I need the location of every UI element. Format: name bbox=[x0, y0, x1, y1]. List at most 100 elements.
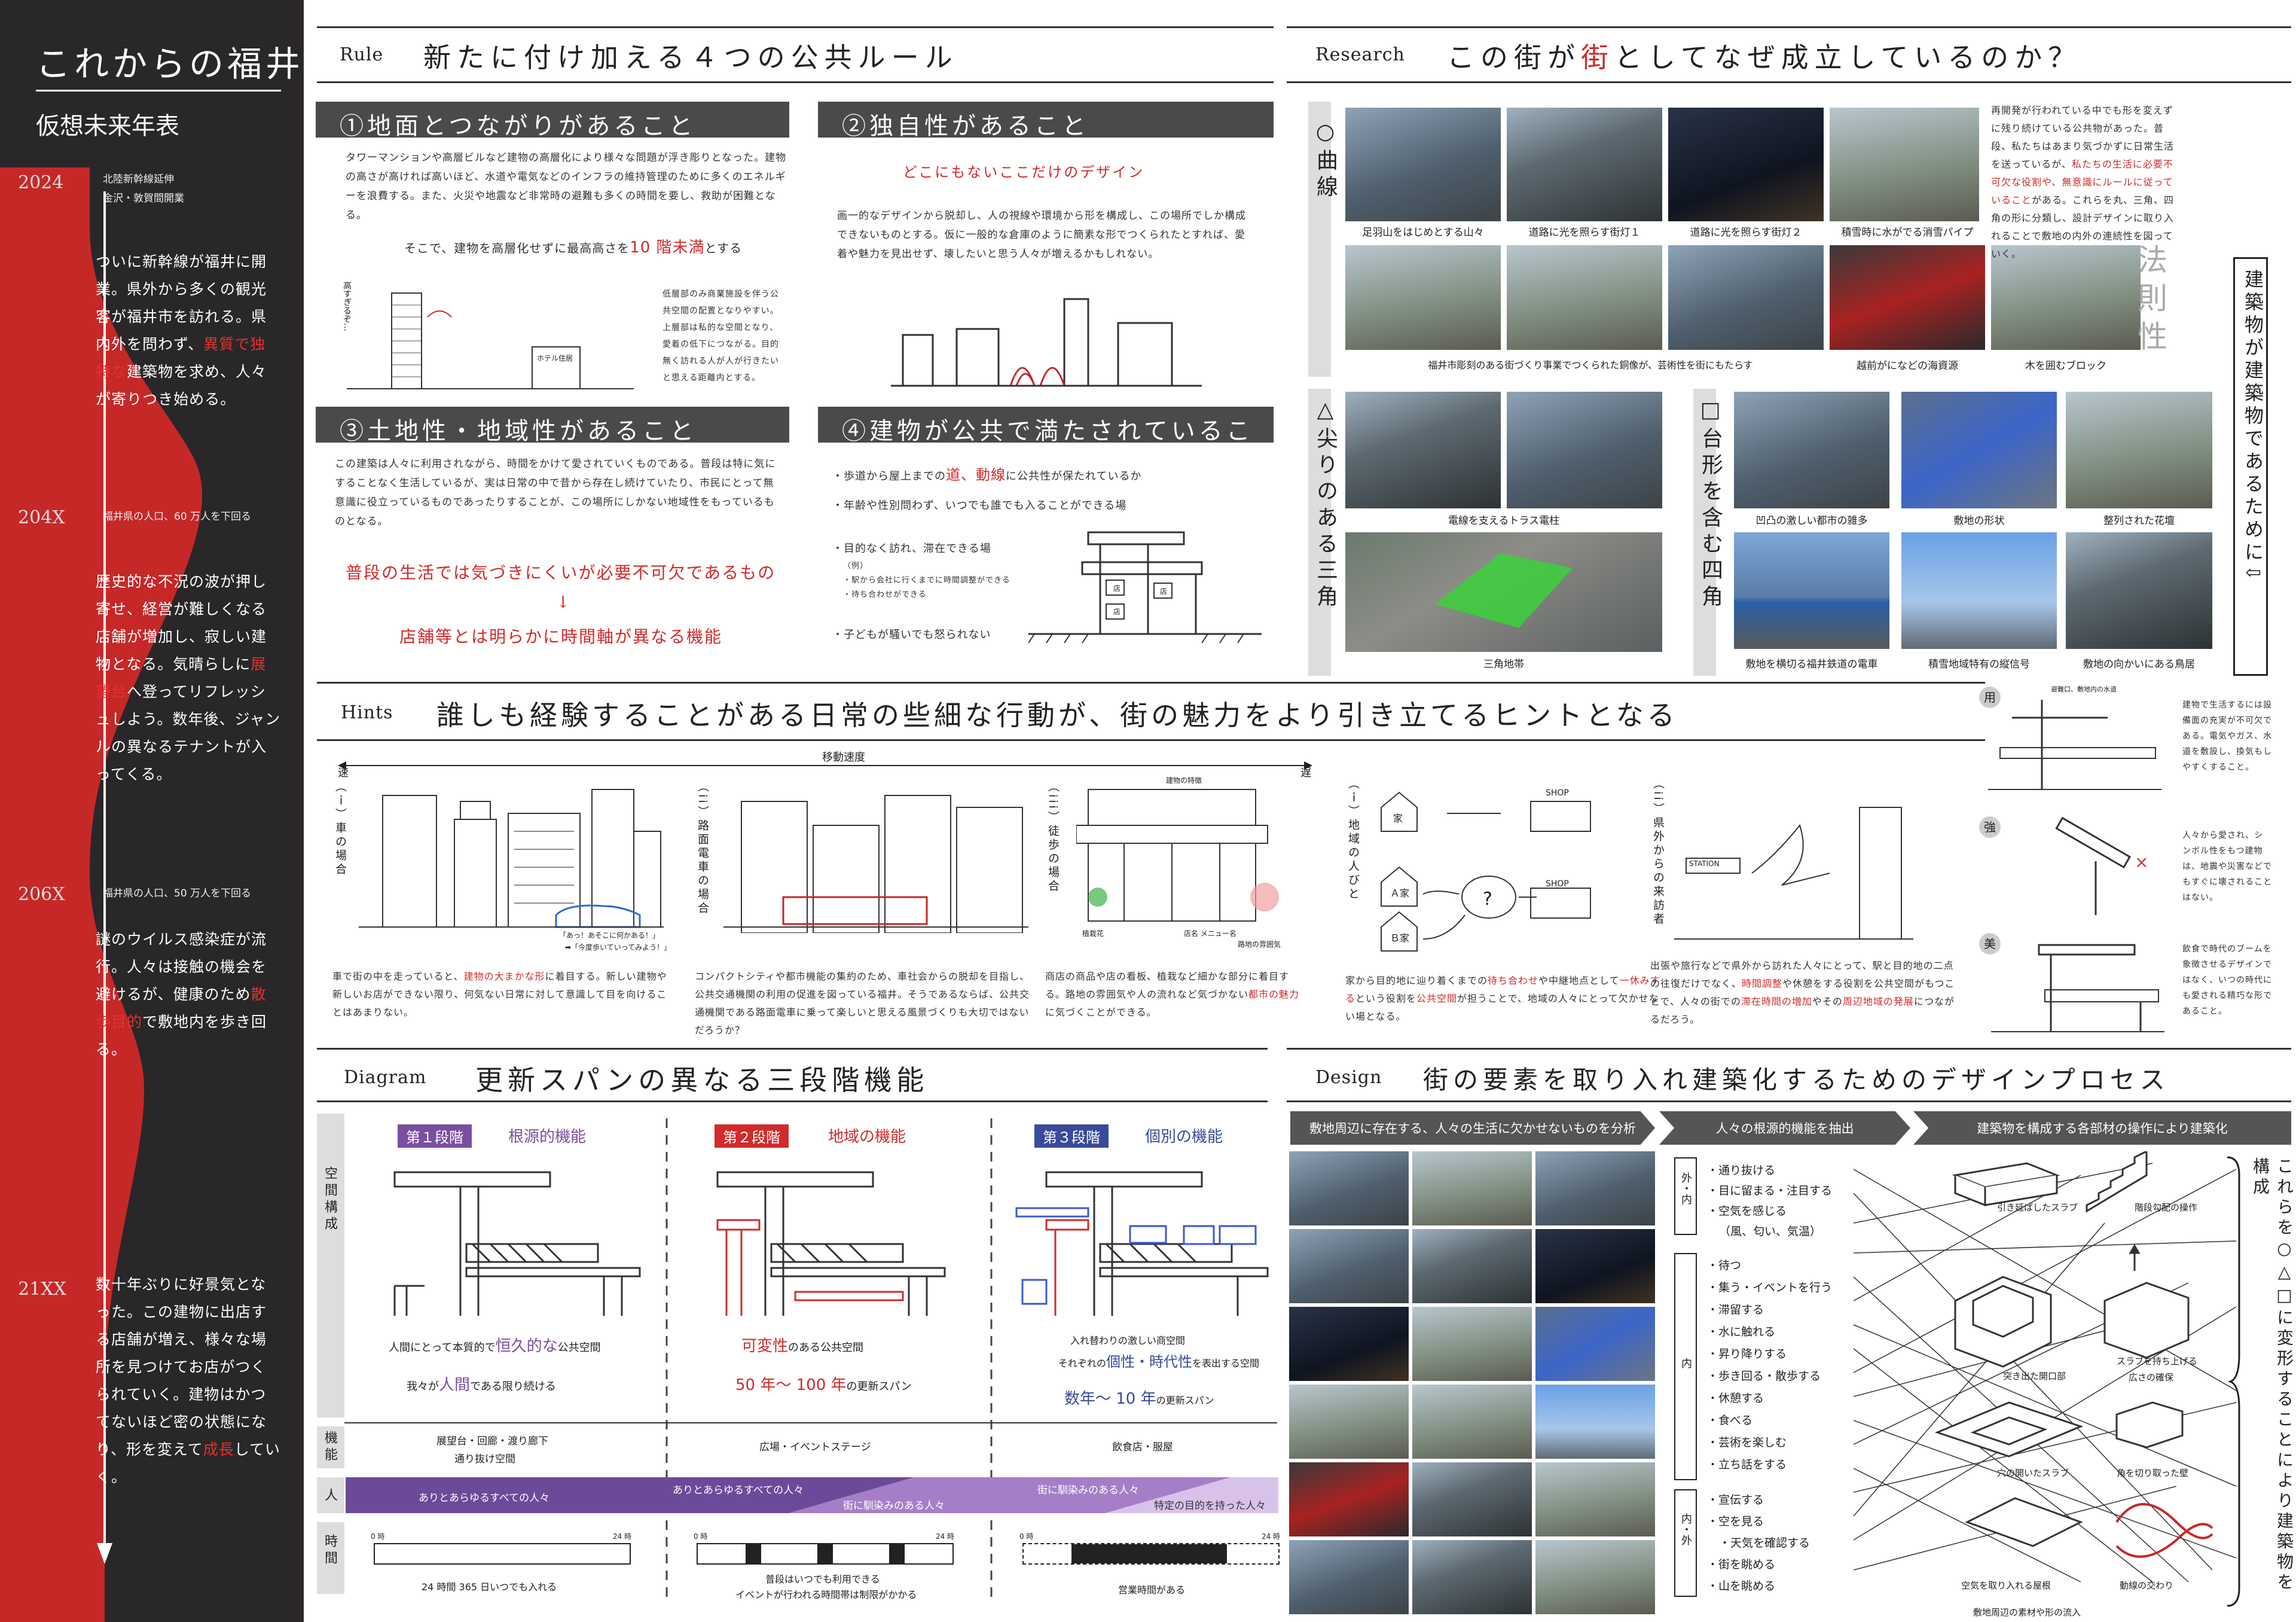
design-list-2: ・待つ ・集う・イベントを行う ・滞留する ・水に触れる ・昇り降りする ・歩き回る・散歩… bbox=[1707, 1259, 1833, 1471]
photo-truss-pole-2 bbox=[1507, 392, 1662, 508]
photo-statue-2 bbox=[1507, 245, 1662, 350]
photo-site-shape bbox=[1901, 392, 2057, 508]
year-note: 福井県の人口、50 万人を下回る bbox=[103, 888, 252, 900]
photo-statue-1 bbox=[1345, 245, 1501, 350]
stage3-badge: 第３段階 bbox=[1034, 1124, 1109, 1148]
time-bar-3 bbox=[1022, 1543, 1280, 1565]
year-206x: 206X bbox=[18, 884, 65, 905]
timeline-text-204x: 歴史的な不況の波が押し寄せ、経営が難しくなる店舗が増加し、寂しい建物となる。気晴… bbox=[96, 573, 281, 783]
poster-subtitle: 仮想未来年表 bbox=[36, 112, 179, 140]
rule-label: Rule bbox=[340, 44, 384, 65]
design-list-1: ・通り抜ける ・目に留まる・注目する ・空気を感じる （風、匂い、気温） bbox=[1707, 1164, 1833, 1238]
hint-walk-text: 商店の商品や店の看板、植栽など細かな部分に着目する。路地の雰囲気や人の流れなど気… bbox=[1045, 971, 1300, 1018]
rule-title: 新たに付け加える４つの公共ルール bbox=[423, 41, 958, 74]
photo-truss-pole-1 bbox=[1345, 392, 1501, 508]
year-204x: 204X bbox=[18, 507, 65, 528]
stage1-sketch bbox=[393, 1171, 641, 1316]
rule2-red: どこにもないここだけのデザイン bbox=[903, 164, 1145, 181]
rule1-sketch bbox=[347, 292, 634, 389]
design-vertical-text: これらを○△□に変形することにより建築物を構成 bbox=[2251, 1157, 2294, 1593]
time-bar-1 bbox=[374, 1543, 631, 1565]
rule1-text: タワーマンションや高層ビルなど建物の高層化により様々な問題が浮き彫りとなった。建… bbox=[346, 152, 787, 221]
bi-text: 飲食で時代のブームを象徴させるデザインではなく、いつの時代にも愛される精巧な形で… bbox=[2182, 944, 2272, 1016]
design-photo-grid bbox=[1289, 1151, 1655, 1618]
rule3-red2: 店舗等とは明らかに時間軸が異なる機能 bbox=[399, 627, 723, 647]
hint-walk-label: （iii）徒歩の場合 bbox=[1046, 780, 1060, 894]
timeline-text-206x: 謎のウイルス感染症が流行。人々は接触の機会を避けるが、健康のため散歩目的で敷地内… bbox=[96, 931, 267, 1058]
year-note: 福井県の人口、60 万人を下回る bbox=[103, 511, 252, 523]
photo-signal bbox=[1901, 532, 2057, 649]
photo-train bbox=[1734, 532, 1889, 649]
photo-statue-3 bbox=[1668, 245, 1824, 350]
rule4-b1: ・歩道から屋上までの道、動線に公共性が保たれているか bbox=[832, 467, 1142, 483]
design-list-3: ・宣伝する ・空を見る ・天気を確認する ・街を眺める ・山を眺める bbox=[1707, 1493, 1810, 1593]
houseisei-label: 法則性 bbox=[2133, 244, 2167, 359]
hint-visitor-label: （ii）県外からの来訪者 bbox=[1651, 778, 1665, 926]
photo-flowerbed bbox=[2066, 392, 2212, 508]
you-text: 建物で生活するには設備面の充実が不可欠である。電気やガス、水道を敷設し、換気もし… bbox=[2182, 700, 2272, 772]
hint-visitor-text: 出張や旅行などで県外から訪れた人々にとって、駅と目的地の二点の往復だけでなく、時… bbox=[1650, 960, 1955, 1025]
rule1-side: 低層部のみ商業施設を伴う公共空間の配置となりやすい。上層部は私的な空間となり、愛… bbox=[662, 289, 779, 383]
photo-snow-pipe bbox=[1830, 108, 1979, 221]
bi-sketch bbox=[1991, 944, 2164, 1032]
stage1-badge: 第１段階 bbox=[398, 1124, 472, 1148]
rule2-sketch bbox=[891, 298, 1202, 387]
rule2-title: ②独自性があること bbox=[818, 102, 1274, 140]
diagram-title: 更新スパンの異なる三段階機能 bbox=[475, 1064, 929, 1096]
vertical-law-text: 建築物が建築物であるために⇩ bbox=[2242, 269, 2264, 584]
hint-car-text: 車で街の中を走っていると、建物の大まかな形に着目する。新しい建物や新しいお店がで… bbox=[332, 971, 667, 1018]
photo-streetlight-2 bbox=[1668, 108, 1824, 221]
diagram-label: Diagram bbox=[344, 1067, 427, 1088]
photo-crab bbox=[1830, 245, 1985, 350]
kyou-badge: 強 bbox=[1979, 816, 2001, 838]
photo-streetlight-1 bbox=[1507, 108, 1662, 221]
hint-tram-label: （ii）路面電車の場合 bbox=[696, 780, 709, 916]
hint-tram-sketch bbox=[723, 795, 1028, 933]
photo-torii bbox=[2066, 532, 2212, 649]
hints-title: 誰しも経験することがある日常の些細な行動が、街の魅力をより引き立てるヒントとなる bbox=[436, 699, 1678, 731]
research-title: この街が街としてなぜ成立しているのか？ bbox=[1447, 41, 2082, 74]
photo-triangle-area bbox=[1345, 532, 1662, 652]
design-step2: 人々の根源的機能を抽出 bbox=[1659, 1111, 1910, 1145]
hint-local-label: （ｉ）地域の人びと bbox=[1347, 778, 1360, 901]
rule4-sketch bbox=[1028, 531, 1262, 644]
rule1-line: そこで、建物を高層化せずに最高高さを10 階未満とする bbox=[404, 239, 742, 257]
stage2-name: 地域の機能 bbox=[828, 1128, 906, 1146]
rule3-red1: 普段の生活では気づきにくいが必要不可欠であるもの bbox=[346, 563, 776, 583]
timeline-text-2024: ついに新幹線が福井に開業。県外から多くの観光客が福井市を訪れる。県内外を問わず、… bbox=[96, 253, 267, 408]
you-sketch bbox=[1988, 700, 2161, 790]
hint-car-label: （ｉ）車の場合 bbox=[334, 780, 347, 877]
kyou-text: 人々から愛され、シンボル性をもつ建物は、地震や災害などでもすぐに壊されることはな… bbox=[2182, 831, 2272, 903]
research-square-label: □台形を含む四角 bbox=[1698, 398, 1723, 611]
year-note: 北陸新幹線延伸 金沢・敦賀間開業 bbox=[103, 173, 184, 205]
stage3-name: 個別の機能 bbox=[1145, 1128, 1223, 1146]
photo-mountains bbox=[1345, 108, 1501, 221]
hint-walk-sketch bbox=[1076, 789, 1279, 922]
year-21xx: 21XX bbox=[18, 1279, 66, 1300]
research-tri-label: △尖りのある三角 bbox=[1313, 398, 1338, 611]
rule3-text: この建築は人々に利用されながら、時間をかけて愛されていくものである。普段は特に気… bbox=[335, 458, 776, 528]
rule1-title: ①地面とつながりがあること bbox=[316, 102, 789, 140]
hint-local-text: 家から目的地に辿り着くまでの待ち合わせや中継地点として一休みするという役割を公共… bbox=[1345, 975, 1660, 1022]
timeline-text-21xx: 数十年ぶりに好景気となった。この建物に出店する店舗が増え、様々な場所を見つけてお… bbox=[96, 1276, 281, 1486]
stage2-badge: 第２段階 bbox=[715, 1124, 789, 1148]
research-label: Research bbox=[1315, 44, 1405, 65]
design-step1: 敷地周辺に存在する、人々の生活に欠かせないものを分析 bbox=[1290, 1111, 1655, 1145]
rule4-title: ④建物が公共で満たされていること bbox=[818, 407, 1274, 480]
research-text: 再開発が行われている中でも形を変えずに残り続けている公共物があった。普段、私たち… bbox=[1991, 105, 2175, 260]
rule3-title: ③土地性・地域性があること bbox=[316, 407, 789, 445]
rule2-text: 画一的なデザインから脱却し、人の視線や環境から形を構成し、この場所でしか構成でき… bbox=[837, 210, 1246, 260]
design-step3: 建築物を構成する各部材の操作により建築化 bbox=[1913, 1111, 2291, 1145]
hint-tram-text: コンパクトシティや都市機能の集約のため、車社会からの脱却を目指し、公共交通機関の… bbox=[695, 971, 1030, 1036]
year-2024: 2024 bbox=[18, 172, 64, 193]
poster-title: これからの福井 bbox=[36, 44, 304, 84]
design-title: 街の要素を取り入れ建築化するためのデザインプロセス bbox=[1423, 1065, 2170, 1094]
time-bar-2 bbox=[697, 1543, 954, 1565]
photo-city-clutter bbox=[1734, 392, 1889, 508]
design-label: Design bbox=[1315, 1067, 1382, 1088]
research-curve-label: ○曲線 bbox=[1313, 120, 1338, 202]
timeline-panel: これからの福井 仮想未来年表 2024 北陸新幹線延伸 金沢・敦賀間開業 ついに新… bbox=[0, 0, 304, 1622]
stage2-sketch bbox=[716, 1171, 946, 1316]
hint-visitor-sketch bbox=[1674, 807, 1913, 940]
stage1-name: 根源的機能 bbox=[508, 1128, 587, 1146]
